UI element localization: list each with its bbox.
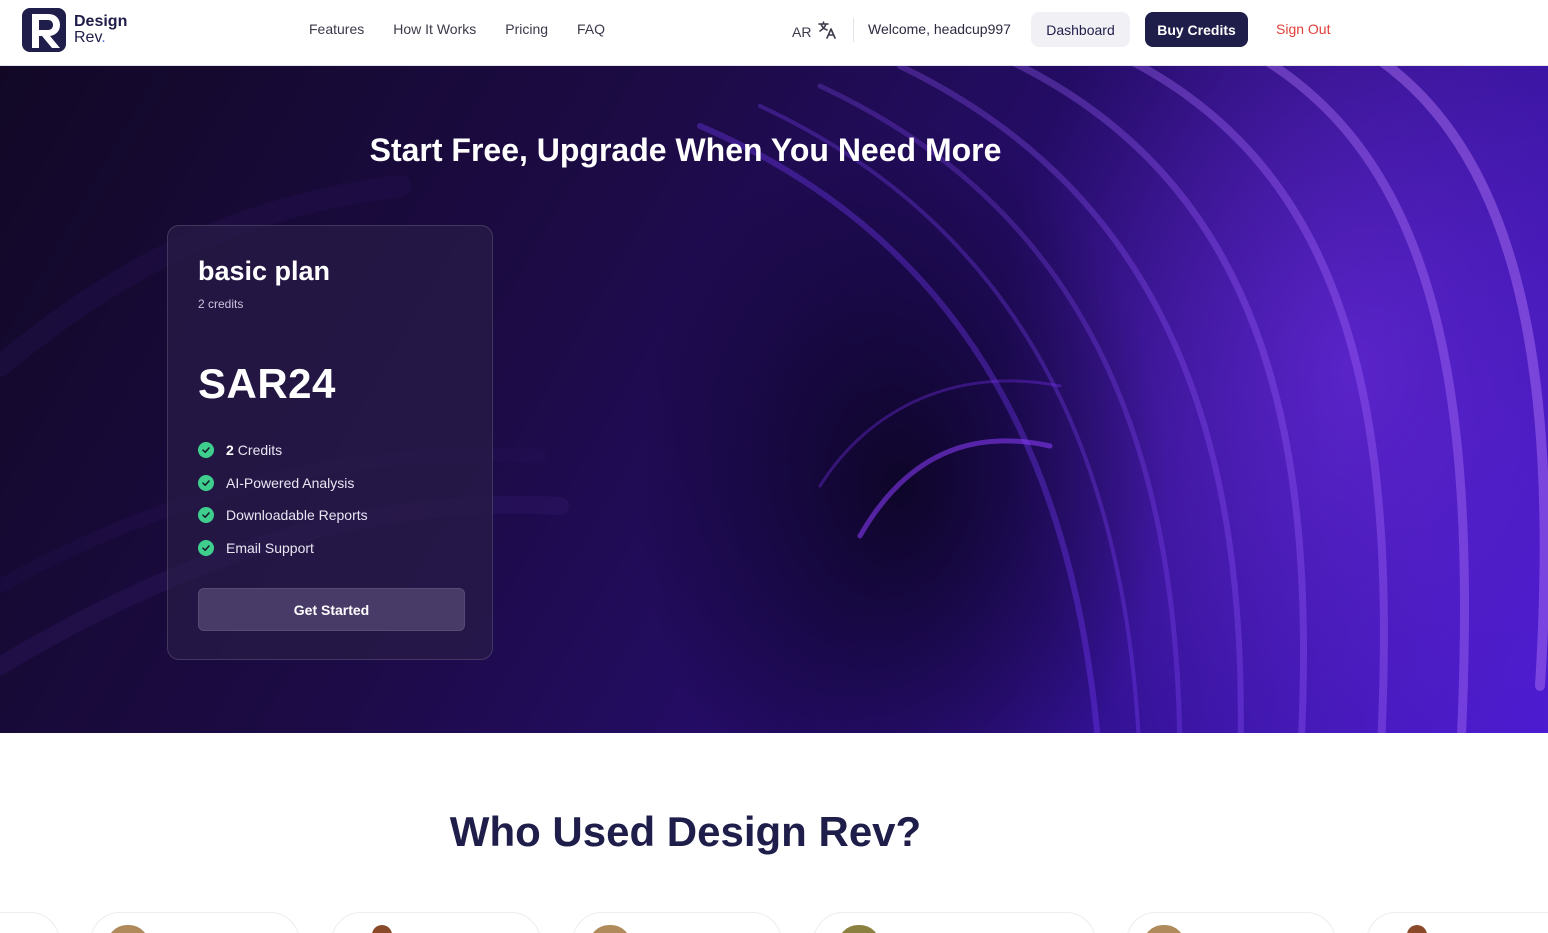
nav-pricing[interactable]: Pricing <box>505 21 548 37</box>
nav-features[interactable]: Features <box>309 21 364 37</box>
feature-text: Credits <box>237 442 283 459</box>
plan-price: SAR24 <box>198 360 336 407</box>
welcome-text: Welcome, headcup997 <box>868 21 1011 37</box>
header-divider <box>853 18 854 42</box>
user-avatar <box>589 925 631 933</box>
plan-credits: 2 credits <box>198 297 244 311</box>
feature-text: AI-Powered Analysis <box>226 474 355 491</box>
plan-features-list: 2 Credits AI-Powered Analysis Downloadabl… <box>198 434 368 564</box>
get-started-button[interactable]: Get Started <box>198 588 465 631</box>
user-card[interactable] <box>1126 912 1336 933</box>
logo-text-line2: Rev <box>74 29 102 46</box>
user-avatar <box>372 925 392 933</box>
user-avatar <box>838 925 880 933</box>
user-carousel <box>0 912 1548 933</box>
logo-mark-icon <box>22 8 66 52</box>
who-used-title: Who Used Design Rev? <box>449 808 922 855</box>
logo-dot: . <box>101 29 106 46</box>
user-card[interactable] <box>0 912 60 933</box>
pricing-card-basic: basic plan 2 credits SAR24 2 Credits AI-P… <box>167 225 493 660</box>
user-avatar <box>107 925 149 933</box>
user-card[interactable] <box>813 912 1096 933</box>
buy-credits-button[interactable]: Buy Credits <box>1145 12 1248 47</box>
feature-bold: 2 <box>226 442 234 459</box>
logo[interactable]: Design Rev. <box>22 8 127 52</box>
feature-item: 2 Credits <box>198 434 368 467</box>
check-circle-icon <box>198 507 214 524</box>
language-label: AR <box>792 23 812 40</box>
feature-item: AI-Powered Analysis <box>198 467 368 500</box>
user-card[interactable] <box>331 912 541 933</box>
translate-icon <box>817 20 837 43</box>
top-header: Design Rev. Features How It Works Pricin… <box>0 0 1548 66</box>
check-circle-icon <box>198 474 214 491</box>
dashboard-button[interactable]: Dashboard <box>1031 12 1130 47</box>
feature-item: Downloadable Reports <box>198 499 368 532</box>
check-circle-icon <box>198 539 214 556</box>
pricing-hero: Start Free, Upgrade When You Need More b… <box>0 66 1548 733</box>
main-nav: Features How It Works Pricing FAQ <box>309 21 605 37</box>
plan-name: basic plan <box>198 256 331 286</box>
user-card[interactable] <box>90 912 300 933</box>
user-card[interactable] <box>1366 912 1548 933</box>
language-switcher[interactable]: AR <box>792 20 837 43</box>
user-avatar <box>1407 925 1427 933</box>
nav-how-it-works[interactable]: How It Works <box>393 21 476 37</box>
nav-faq[interactable]: FAQ <box>577 21 605 37</box>
logo-text-line1: Design <box>74 13 128 30</box>
feature-item: Email Support <box>198 532 368 565</box>
check-circle-icon <box>198 442 214 459</box>
sign-out-link[interactable]: Sign Out <box>1276 21 1330 37</box>
user-card[interactable] <box>572 912 782 933</box>
hero-title: Start Free, Upgrade When You Need More <box>369 132 1002 168</box>
feature-text: Email Support <box>226 539 314 556</box>
user-avatar <box>1143 925 1185 933</box>
feature-text: Downloadable Reports <box>226 507 368 524</box>
